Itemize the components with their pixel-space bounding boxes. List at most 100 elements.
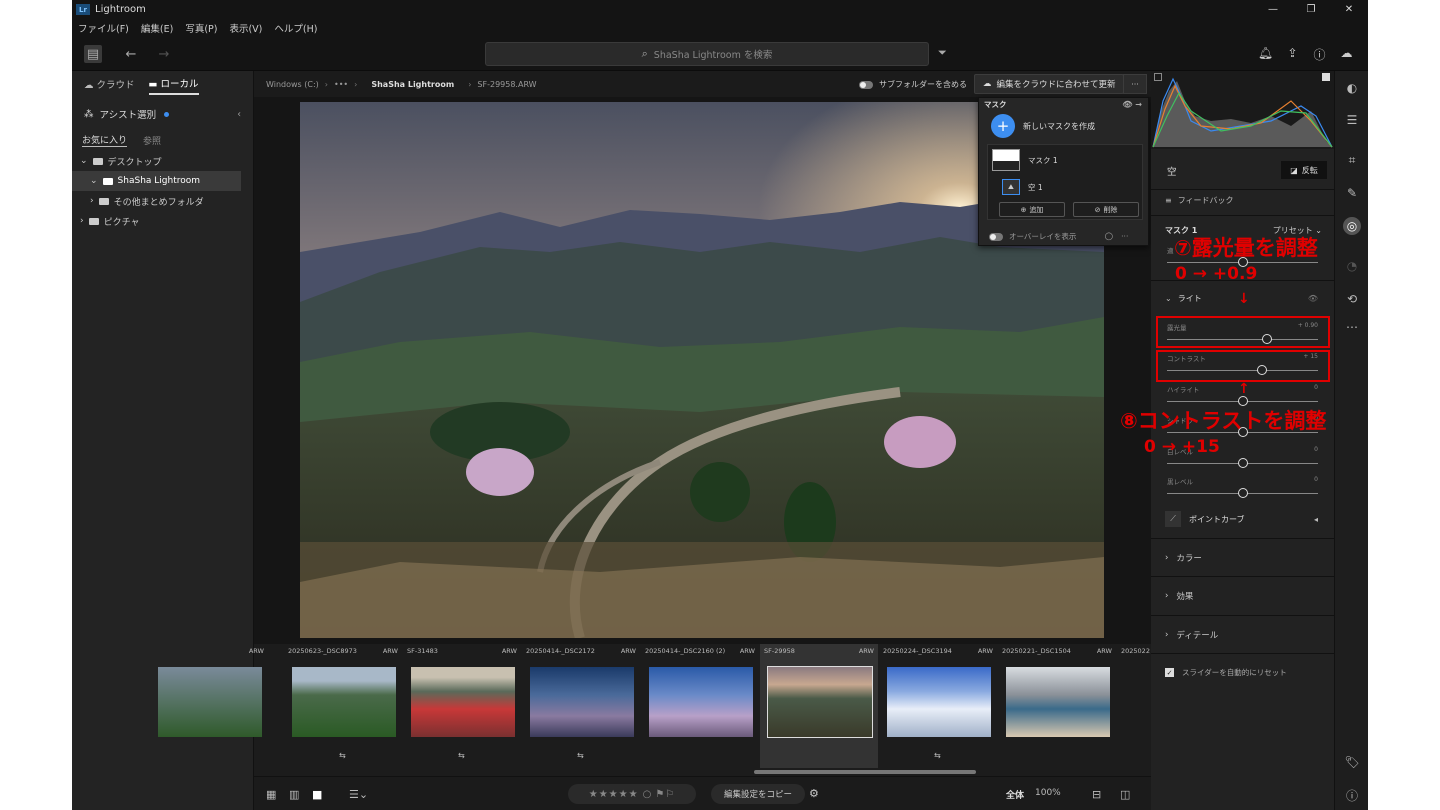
menu-help[interactable]: ヘルプ(H) <box>274 21 317 35</box>
filter-icon[interactable]: ⏷ <box>938 46 947 60</box>
subfolder-toggle[interactable]: サブフォルダーを含める <box>859 79 967 90</box>
tab-favorites[interactable]: お気に入り <box>82 133 128 147</box>
menu-file[interactable]: ファイル(F) <box>78 21 129 35</box>
point-curve-row[interactable]: ⟋ ポイントカーブ ◂ <box>1151 509 1334 529</box>
filmstrip-item[interactable]: 20250414-_DSC2160 (2) ARW <box>641 644 759 768</box>
healing-icon[interactable]: ✎ <box>1343 184 1361 202</box>
filmstrip-item[interactable]: 20250221-_DSC1504 ARW <box>998 644 1116 768</box>
section-effects[interactable]: › 効果 <box>1151 576 1334 614</box>
sky-component[interactable]: ⛰ 空 1 <box>1002 179 1043 195</box>
filmstrip-item[interactable]: SF-31483 ARW ⇆ <box>403 644 521 768</box>
eye-icon[interactable]: 👁︎ → <box>1122 100 1142 109</box>
clipping-icon[interactable] <box>1154 73 1162 81</box>
menu-view[interactable]: 表示(V) <box>229 21 262 35</box>
sync-cloud-button[interactable]: ☁ 編集をクラウドに合わせて更新 <box>974 74 1124 94</box>
eye-icon[interactable]: 👁︎ <box>1308 294 1318 303</box>
overlay-toggle[interactable]: オーバーレイを表示 ○ ··· <box>989 231 1128 242</box>
circle-icon[interactable]: ○ <box>1104 231 1113 242</box>
exposure-highlight-box <box>1156 316 1330 348</box>
zoom-fit-label[interactable]: 全体 <box>1006 788 1024 801</box>
feedback-row[interactable]: ≡ フィードバック <box>1151 193 1334 207</box>
assist-select[interactable]: ⁂ アシスト選別 ‹ <box>72 99 253 129</box>
copy-settings-button[interactable]: 編集設定をコピー <box>711 784 805 804</box>
slider-value[interactable]: 0 <box>1314 476 1318 483</box>
masking-icon[interactable]: ◎ <box>1343 217 1361 235</box>
before-after-icon[interactable]: ◫ <box>1120 788 1130 801</box>
arrow-up-icon: ↑ <box>1238 381 1250 397</box>
mask-item-1[interactable]: マスク 1 <box>992 149 1058 171</box>
tag-icon[interactable]: 🏷︎ <box>1343 753 1361 771</box>
slider-value[interactable]: 0 <box>1314 446 1318 453</box>
crumb-dots[interactable]: ••• <box>334 80 348 89</box>
filmstrip-scrollbar[interactable] <box>754 770 976 774</box>
auto-reset-row[interactable]: ✓ スライダーを自動的にリセット <box>1151 653 1334 691</box>
crumb-folder[interactable]: ShaSha Lightroom <box>371 80 454 89</box>
filmstrip-item[interactable]: 20250224-_DSC3194 ARW ⇆ <box>879 644 997 768</box>
filmstrip-item[interactable]: 2025022 <box>1117 644 1151 768</box>
filmstrip-item-selected[interactable]: SF-29958 ARW <box>760 644 878 768</box>
filmstrip-format: ARW <box>620 647 636 655</box>
filmstrip-item[interactable]: ARW <box>150 644 268 768</box>
grid-view-icon[interactable]: ▦ <box>266 788 276 801</box>
menu-icon: ≡ <box>1165 195 1172 205</box>
versions-icon[interactable]: ⟲ <box>1343 290 1361 308</box>
maximize-icon[interactable]: ❐ <box>1292 0 1330 19</box>
zoom-value[interactable]: 100% <box>1035 788 1061 798</box>
back-arrow-icon[interactable]: ← <box>122 45 140 63</box>
sort-icon[interactable]: ☰⌄ <box>349 788 368 801</box>
star-rating[interactable]: ★★★★★ ○ ⚑⚐ <box>568 784 696 804</box>
share-icon[interactable]: ⇪ <box>1279 46 1306 63</box>
invert-button[interactable]: ◪ 反転 <box>1281 161 1327 179</box>
detail-view-icon[interactable]: ■ <box>312 788 322 801</box>
checkbox-icon[interactable]: ✓ <box>1165 668 1174 677</box>
forward-arrow-icon[interactable]: → <box>155 45 173 63</box>
close-icon[interactable]: ✕ <box>1330 0 1368 19</box>
bottom-bar: ▦ ▥ ■ ☰⌄ ★★★★★ ○ ⚑⚐ 編集設定をコピー ⚙ 全体 100% ⊟… <box>254 776 1151 810</box>
square-grid-icon[interactable]: ▥ <box>289 788 299 801</box>
create-mask-button[interactable]: + 新しいマスクを作成 <box>979 110 1148 142</box>
gear-icon[interactable]: ⚙ <box>809 787 819 800</box>
help-icon[interactable]: ⓘ <box>1306 46 1333 63</box>
tree-others[interactable]: › その他まとめフォルダ <box>72 191 253 211</box>
panel-toggle-icon[interactable]: ▤ <box>84 45 102 63</box>
crop-icon[interactable]: ⌗ <box>1343 151 1361 169</box>
red-eye-icon[interactable]: ◔ <box>1343 257 1361 275</box>
edit-sliders-icon[interactable]: ☰ <box>1343 111 1361 129</box>
crumb-drive[interactable]: Windows (C:) <box>266 80 319 89</box>
minimize-icon[interactable]: — <box>1254 0 1292 19</box>
cloud-icon[interactable]: ☁ <box>1333 46 1360 63</box>
histogram <box>1151 71 1334 149</box>
section-detail[interactable]: › ディテール <box>1151 615 1334 653</box>
mask-panel-header: マスク 👁︎ → <box>979 98 1148 110</box>
tab-cloud[interactable]: ☁ クラウド <box>84 77 135 94</box>
search-input[interactable]: ⌕ ShaSha Lightroom を検索 <box>485 42 929 66</box>
tree-label: ShaSha Lightroom <box>117 176 201 186</box>
menu-photo[interactable]: 写真(P) <box>185 21 217 35</box>
filmstrip-item[interactable]: 20250414-_DSC2172 ARW ⇆ <box>522 644 640 768</box>
tab-browse[interactable]: 参照 <box>143 134 161 147</box>
tree-desktop[interactable]: ⌄ デスクトップ <box>72 151 253 171</box>
tree-label: ピクチャ <box>103 217 140 228</box>
tree-pictures[interactable]: › ピクチャ <box>72 211 253 231</box>
info-icon[interactable]: ⓘ <box>1343 786 1361 804</box>
bell-icon[interactable]: 🔔︎ <box>1252 46 1279 63</box>
presets-icon[interactable]: ◐ <box>1343 79 1361 97</box>
more-icon[interactable]: ··· <box>1121 232 1128 241</box>
more-icon[interactable]: ⋯ <box>1343 318 1361 336</box>
lightroom-window: Lr Lightroom — ❐ ✕ ファイル(F) 編集(E) 写真(P) 表… <box>72 0 1368 810</box>
cloud-small-icon: ☁ <box>84 79 97 91</box>
section-color[interactable]: › カラー <box>1151 538 1334 576</box>
tree-shasha[interactable]: ⌄ ShaSha Lightroom <box>72 171 241 191</box>
slider-value[interactable]: 0 <box>1314 384 1318 391</box>
slider-thumb[interactable] <box>1237 458 1248 468</box>
filmstrip-item[interactable]: 20250623-_DSC8973 ARW ⇆ <box>284 644 402 768</box>
menu-edit[interactable]: 編集(E) <box>141 21 173 35</box>
mask-delete-button[interactable]: ⊘ 削除 <box>1073 202 1139 217</box>
tab-local[interactable]: ▬ ローカル <box>148 76 199 95</box>
more-button[interactable]: ··· <box>1123 74 1147 94</box>
clipping-icon[interactable] <box>1322 73 1330 81</box>
chevron-left-icon[interactable]: ‹ <box>237 109 241 120</box>
mask-add-button[interactable]: ⊕ 追加 <box>999 202 1065 217</box>
compare-icon[interactable]: ⊟ <box>1092 788 1101 801</box>
slider-thumb[interactable] <box>1237 488 1248 498</box>
